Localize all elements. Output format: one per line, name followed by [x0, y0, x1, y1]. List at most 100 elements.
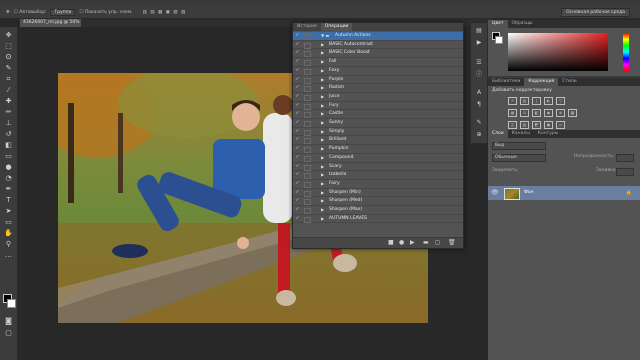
checkmark-icon[interactable]: ✓	[295, 154, 300, 162]
history-panel-icon[interactable]: ▤	[474, 27, 484, 35]
quick-select-tool-icon[interactable]: ✎	[4, 64, 13, 72]
checkmark-icon[interactable]: ✓	[295, 93, 300, 101]
gradient-map-icon[interactable]: ▭	[556, 121, 565, 129]
blur-tool-icon[interactable]: ●	[4, 163, 13, 171]
dialog-toggle-icon[interactable]	[304, 51, 311, 58]
history-brush-tool-icon[interactable]: ↺	[4, 130, 13, 138]
expand-triangle-icon[interactable]: ▶	[321, 189, 324, 197]
action-row[interactable]: ✓ ▶ Fairy	[293, 180, 463, 189]
crop-tool-icon[interactable]: ⌗	[4, 75, 13, 83]
expand-triangle-icon[interactable]: ▶	[321, 154, 324, 162]
action-row[interactable]: ✓ ▶ BASIC Color Boost	[293, 49, 463, 59]
brush-tool-icon[interactable]: ✏	[4, 108, 13, 116]
action-row[interactable]: ✓ ▶ Izabella	[293, 171, 463, 180]
action-row[interactable]: ✓ ▶ Fury	[293, 102, 463, 111]
checkmark-icon[interactable]: ✓	[295, 32, 300, 40]
checkmark-icon[interactable]: ✓	[295, 206, 300, 214]
healing-tool-icon[interactable]: ✚	[4, 97, 13, 105]
checkmark-icon[interactable]: ✓	[295, 41, 300, 49]
expand-triangle-icon[interactable]: ▶	[321, 84, 324, 92]
delete-icon[interactable]: 🗑	[448, 239, 456, 246]
checkmark-icon[interactable]: ✓	[295, 189, 300, 197]
checkmark-icon[interactable]: ✓	[295, 128, 300, 136]
posterize-icon[interactable]: ▨	[520, 121, 529, 129]
action-row[interactable]: ✓ ▶ Sharpen (Min)	[293, 189, 463, 198]
checkmark-icon[interactable]: ✓	[295, 49, 300, 57]
paragraph-panel-icon[interactable]: ¶	[474, 101, 484, 109]
expand-triangle-icon[interactable]: ▶	[321, 58, 324, 66]
dialog-toggle-icon[interactable]	[304, 34, 311, 40]
shape-tool-icon[interactable]: ▭	[4, 218, 13, 226]
action-row[interactable]: ✓ ▶ Compound	[293, 154, 463, 163]
tab-swatches[interactable]: Образцы	[508, 20, 537, 28]
tab-libraries[interactable]: Библиотеки	[488, 78, 524, 86]
auto-select-checkbox[interactable]: ☐ Автовыбор:	[14, 10, 47, 15]
properties-panel-icon[interactable]: ☰	[474, 59, 484, 67]
dialog-toggle-icon[interactable]	[304, 42, 311, 49]
expand-triangle-icon[interactable]: ▶	[321, 49, 324, 57]
action-row[interactable]: ✓ ▶ Sunny	[293, 119, 463, 128]
channel-mixer-icon[interactable]: ⊗	[556, 109, 565, 117]
workspace-select[interactable]: Основная рабочая среда	[561, 8, 630, 17]
eraser-tool-icon[interactable]: ◧	[4, 141, 13, 149]
layer-row[interactable]: 👁 Фон 🔒	[488, 186, 640, 200]
dialog-toggle-icon[interactable]	[304, 208, 311, 214]
color-lookup-icon[interactable]: ▩	[568, 109, 577, 117]
zoom-tool-icon[interactable]: ⚲	[4, 240, 13, 248]
action-row[interactable]: ✓ ▶ Scary	[293, 163, 463, 172]
action-row[interactable]: ✓ ▶ Pumpkin	[293, 145, 463, 154]
blend-mode-select[interactable]: Обычные	[492, 154, 546, 162]
dialog-toggle-icon[interactable]	[304, 147, 311, 154]
info-panel-icon[interactable]: ⓘ	[474, 71, 484, 79]
color-picker-field[interactable]	[508, 33, 608, 71]
dialog-toggle-icon[interactable]	[304, 181, 311, 188]
dialog-toggle-icon[interactable]	[304, 199, 311, 206]
lasso-tool-icon[interactable]: ʘ	[4, 53, 13, 61]
background-color-swatch[interactable]	[7, 299, 16, 308]
checkmark-icon[interactable]: ✓	[295, 215, 300, 223]
group-select[interactable]: Группа	[50, 8, 76, 16]
action-row[interactable]: ✓ ▶ AUTUMN LEAVES	[293, 215, 463, 224]
expand-triangle-icon[interactable]: ▶	[321, 163, 324, 171]
checkmark-icon[interactable]: ✓	[295, 163, 300, 171]
expand-triangle-icon[interactable]: ▶	[321, 136, 324, 144]
action-row[interactable]: ✓ ▶ Foxy	[293, 67, 463, 76]
curves-icon[interactable]: ∫	[532, 97, 541, 105]
move-tool-icon[interactable]: ✥	[6, 10, 10, 15]
screen-mode-icon[interactable]: ▢	[4, 329, 13, 337]
tab-styles[interactable]: Стили	[558, 78, 581, 86]
checkmark-icon[interactable]: ✓	[295, 119, 300, 127]
tab-layers[interactable]: Слои	[488, 130, 508, 138]
color-balance-icon[interactable]: ⚖	[520, 109, 529, 117]
type-tool-icon[interactable]: T	[4, 196, 13, 204]
play-icon[interactable]: ▶	[410, 239, 415, 246]
exposure-icon[interactable]: ◐	[544, 97, 553, 105]
dialog-toggle-icon[interactable]	[304, 216, 311, 223]
dialog-toggle-icon[interactable]	[304, 112, 311, 119]
expand-triangle-icon[interactable]: ▶	[321, 206, 324, 214]
brush-panel-icon[interactable]: ✎	[474, 119, 484, 127]
expand-triangle-icon[interactable]: ▶	[321, 215, 324, 223]
new-set-icon[interactable]: ▬	[423, 239, 429, 246]
hue-saturation-icon[interactable]: ▦	[508, 109, 517, 117]
checkmark-icon[interactable]: ✓	[295, 110, 300, 118]
tab-actions[interactable]: Операции	[320, 23, 353, 31]
stamp-tool-icon[interactable]: ⊥	[4, 119, 13, 127]
expand-triangle-icon[interactable]: ▶	[321, 180, 324, 188]
checkmark-icon[interactable]: ✓	[295, 180, 300, 188]
color-bg-swatch[interactable]	[495, 36, 503, 44]
expand-triangle-icon[interactable]: ▶	[321, 119, 324, 127]
expand-triangle-icon[interactable]: ▶	[321, 41, 324, 49]
show-controls-checkbox[interactable]: ☐ Показать упр. элем.	[79, 10, 132, 15]
expand-triangle-icon[interactable]: ▶	[321, 171, 324, 179]
new-action-icon[interactable]: ◻	[435, 239, 440, 246]
align-icons[interactable]: ▥ ▤ ▦ ▣ ▧ ▨	[143, 10, 187, 15]
color-panel-fg-bg[interactable]	[492, 32, 503, 44]
path-select-tool-icon[interactable]: ➤	[4, 207, 13, 215]
eye-icon[interactable]: 👁	[491, 186, 499, 200]
more-tools-icon[interactable]: …	[4, 251, 13, 259]
dialog-toggle-icon[interactable]	[304, 155, 311, 162]
hand-tool-icon[interactable]: ✋	[4, 229, 13, 237]
tab-color[interactable]: Цвет	[488, 20, 508, 28]
checkmark-icon[interactable]: ✓	[295, 136, 300, 144]
